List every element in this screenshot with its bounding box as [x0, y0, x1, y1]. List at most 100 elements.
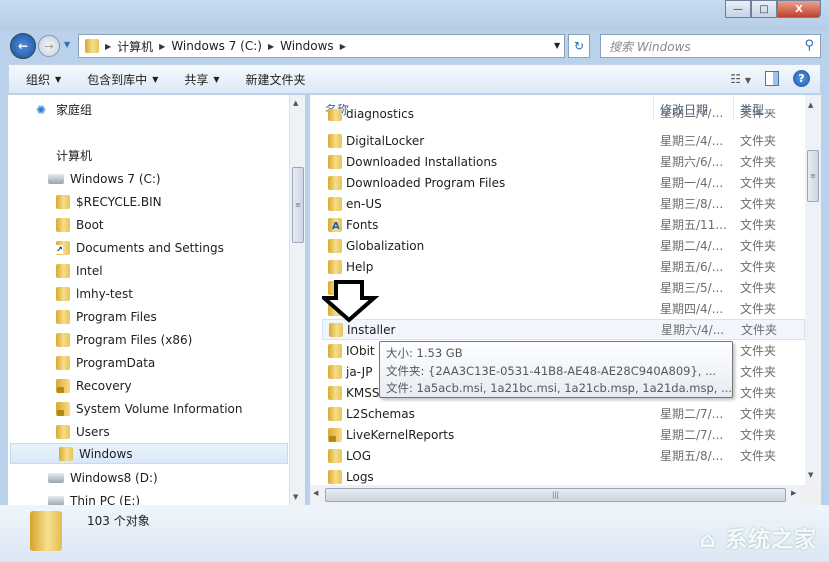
- scroll-up-icon[interactable]: ▲: [293, 99, 298, 107]
- file-row[interactable]: Globalization 星期二/4/... 文件夹: [322, 235, 805, 256]
- dropdown-arrow-icon: ▼: [152, 74, 159, 84]
- breadcrumb-windows[interactable]: Windows: [280, 39, 334, 53]
- file-name: Downloaded Installations: [346, 154, 498, 169]
- file-row[interactable]: LiveKernelReports 星期二/7/... 文件夹: [322, 424, 805, 445]
- scrollbar-thumb[interactable]: |||: [325, 488, 786, 502]
- chevron-right-icon[interactable]: ▶: [268, 42, 274, 51]
- sidebar-item[interactable]: System Volume Information: [56, 398, 242, 419]
- file-row[interactable]: DigitalLocker 星期三/4/... 文件夹: [322, 130, 805, 151]
- breadcrumb-drive-c[interactable]: Windows 7 (C:): [171, 39, 262, 53]
- file-row[interactable]: Downloaded Program Files 星期一/4/... 文件夹: [322, 172, 805, 193]
- file-date: 星期五/6/...: [660, 260, 724, 274]
- file-date: 星期六/6/...: [660, 155, 724, 169]
- maximize-button[interactable]: □: [751, 0, 777, 18]
- scroll-down-icon[interactable]: ▼: [808, 471, 813, 479]
- file-row[interactable]: L2Schemas 星期二/7/... 文件夹: [322, 403, 805, 424]
- breadcrumb-computer[interactable]: 计算机: [117, 38, 153, 55]
- chevron-right-icon[interactable]: ▶: [105, 42, 111, 51]
- file-name: Globalization: [346, 238, 425, 253]
- address-history-dropdown[interactable]: ▼: [554, 41, 560, 50]
- chevron-right-icon[interactable]: ▶: [340, 42, 346, 51]
- sidebar-item[interactable]: ProgramData: [56, 352, 155, 373]
- preview-pane-icon[interactable]: [765, 71, 779, 86]
- sidebar-item[interactable]: $RECYCLE.BIN: [56, 191, 162, 212]
- file-date: 星期四/4/...: [660, 302, 724, 316]
- sidebar-item[interactable]: Intel: [56, 260, 103, 281]
- scrollbar-corner: [805, 485, 821, 505]
- scroll-down-icon[interactable]: ▼: [293, 493, 298, 501]
- file-name: LiveKernelReports: [346, 427, 455, 442]
- folder-icon: [56, 332, 70, 347]
- sidebar-item[interactable]: Thin PC (E:): [48, 490, 140, 505]
- folder-icon: [56, 309, 70, 324]
- folder-icon: [56, 355, 70, 370]
- back-button[interactable]: ←: [10, 33, 36, 59]
- file-row[interactable]: diagnostics 星期二/7/... 文件夹: [322, 109, 805, 121]
- sidebar-item[interactable]: Windows8 (D:): [48, 467, 158, 488]
- sidebar-item[interactable]: Program Files (x86): [56, 329, 192, 350]
- file-row[interactable]: Help 星期五/6/... 文件夹: [322, 256, 805, 277]
- file-row[interactable]: Installer 星期六/4/... 文件夹: [322, 319, 805, 340]
- folder-info-tooltip: 大小: 1.53 GB 文件夹: {2AA3C13E-0531-41B8-AE4…: [379, 341, 733, 398]
- organize-button[interactable]: 组织 ▼: [17, 71, 70, 88]
- search-input[interactable]: 搜索 Windows ⚲: [600, 34, 821, 58]
- folder-icon: [328, 406, 342, 421]
- sidebar-item-label: Intel: [76, 263, 103, 278]
- forward-button[interactable]: →: [38, 35, 60, 57]
- sidebar-item-label: Boot: [76, 217, 104, 232]
- sidebar-item-label: Program Files: [76, 309, 157, 324]
- file-list-scrollbar[interactable]: ▲ ≡ ▼: [805, 95, 821, 485]
- sidebar-item[interactable]: ↗ Documents and Settings: [56, 237, 224, 258]
- file-row[interactable]: 星期四/4/... 文件夹: [322, 298, 805, 319]
- drive-icon: [48, 173, 64, 184]
- share-button[interactable]: 共享 ▼: [175, 71, 228, 88]
- file-row[interactable]: 星期三/5/... 文件夹: [322, 277, 805, 298]
- view-options-icon[interactable]: ☷ ▼: [730, 72, 751, 86]
- sidebar-item[interactable]: lmhy-test: [56, 283, 133, 304]
- close-button[interactable]: X: [777, 0, 821, 18]
- folder-icon: [56, 263, 70, 278]
- sidebar-item[interactable]: Windows 7 (C:): [48, 168, 161, 189]
- sidebar-item[interactable]: Program Files: [56, 306, 157, 327]
- chevron-right-icon[interactable]: ▶: [159, 42, 165, 51]
- file-row[interactable]: en-US 星期三/8/... 文件夹: [322, 193, 805, 214]
- file-name: Installer: [347, 322, 396, 337]
- navigation-pane-scrollbar[interactable]: ▲ ≡ ▼: [289, 95, 305, 505]
- sidebar-item-label: Windows 7 (C:): [70, 171, 161, 186]
- sidebar-item-label: Thin PC (E:): [70, 493, 141, 506]
- new-folder-label: 新建文件夹: [245, 72, 306, 87]
- scroll-right-icon[interactable]: ▶: [791, 489, 796, 497]
- scrollbar-thumb[interactable]: ≡: [807, 150, 819, 202]
- sidebar-item[interactable]: Boot: [56, 214, 104, 235]
- new-folder-button[interactable]: 新建文件夹: [237, 71, 315, 88]
- horizontal-scrollbar[interactable]: ◀ ||| ▶: [310, 485, 805, 505]
- sidebar-item[interactable]: 计算机: [36, 145, 92, 166]
- scroll-left-icon[interactable]: ◀: [313, 489, 318, 497]
- scrollbar-thumb[interactable]: ≡: [292, 167, 304, 243]
- sidebar-item[interactable]: Windows: [10, 443, 288, 464]
- scroll-up-icon[interactable]: ▲: [808, 101, 813, 109]
- help-icon[interactable]: ?: [793, 70, 810, 87]
- folder-icon: [328, 364, 342, 379]
- include-in-library-button[interactable]: 包含到库中 ▼: [78, 71, 167, 88]
- file-date: 星期三/8/...: [660, 197, 724, 211]
- file-type: 文件夹: [740, 428, 777, 442]
- minimize-button[interactable]: —: [725, 0, 751, 18]
- sidebar-item[interactable]: ✺ 家庭组: [36, 99, 92, 120]
- sidebar-item[interactable]: Recovery: [56, 375, 132, 396]
- file-name: L2Schemas: [346, 406, 415, 421]
- recent-pages-dropdown[interactable]: ▼: [64, 40, 70, 49]
- details-pane: 103 个对象 ⌂ 系统之家: [0, 505, 829, 562]
- address-bar[interactable]: ▶ 计算机 ▶ Windows 7 (C:) ▶ Windows ▶: [78, 34, 565, 58]
- dropdown-arrow-icon: ▼: [213, 74, 220, 84]
- file-row[interactable]: LOG 星期五/8/... 文件夹: [322, 445, 805, 466]
- file-row[interactable]: Downloaded Installations 星期六/6/... 文件夹: [322, 151, 805, 172]
- file-type: 文件夹: [741, 323, 778, 337]
- refresh-button[interactable]: ↻: [568, 34, 590, 58]
- file-row[interactable]: A Fonts 星期五/11... 文件夹: [322, 214, 805, 235]
- search-icon[interactable]: ⚲: [804, 38, 814, 53]
- file-row[interactable]: Logs: [322, 466, 805, 485]
- sidebar-item-label: ProgramData: [76, 355, 156, 370]
- sidebar-item[interactable]: Users: [56, 421, 110, 442]
- sidebar-item-label: 计算机: [56, 149, 93, 163]
